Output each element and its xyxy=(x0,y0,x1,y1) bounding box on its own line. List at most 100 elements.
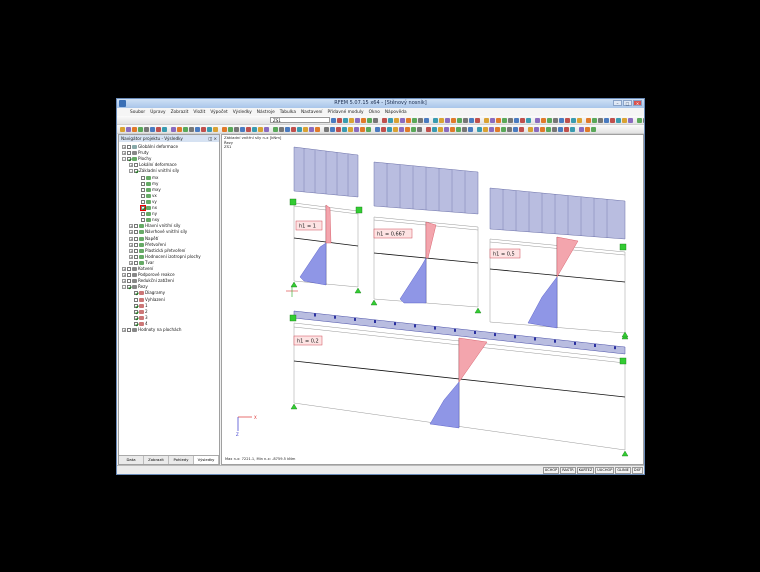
expand-icon[interactable]: + xyxy=(129,254,133,259)
tree-item[interactable]: vx xyxy=(136,193,157,199)
tree-item[interactable]: 1 xyxy=(129,303,148,309)
toolbar-icon[interactable] xyxy=(399,126,404,132)
toolbar-icon[interactable] xyxy=(132,126,137,132)
toolbar-icon[interactable] xyxy=(406,117,411,123)
tree-item[interactable]: Diagramy xyxy=(129,290,165,296)
toolbar-icon[interactable] xyxy=(219,127,221,132)
checkbox[interactable] xyxy=(127,267,131,271)
toolbar-icon[interactable] xyxy=(610,117,615,123)
toolbar-icon[interactable] xyxy=(201,126,206,132)
toolbar-icon[interactable] xyxy=(355,117,360,123)
toolbar-icon[interactable] xyxy=(156,126,161,132)
toolbar-icon[interactable] xyxy=(418,117,423,123)
toolbar-icon[interactable] xyxy=(183,126,188,132)
model-viewport[interactable]: Základní vnitřní síly n-x [kNm] Řezy ZS1 xyxy=(221,134,644,465)
toolbar-icon[interactable] xyxy=(273,126,278,132)
checkbox[interactable] xyxy=(134,169,138,174)
tree-item[interactable]: + Kotvení xyxy=(122,266,153,272)
toolbar-icon[interactable] xyxy=(451,117,456,123)
toolbar-icon[interactable] xyxy=(598,117,603,123)
checkbox[interactable] xyxy=(141,193,145,198)
toolbar-icon[interactable] xyxy=(634,118,636,123)
toolbar-icon[interactable] xyxy=(349,117,354,123)
checkbox[interactable] xyxy=(127,279,131,284)
tree-item[interactable]: 2 xyxy=(129,309,148,315)
toolbar-icon[interactable] xyxy=(477,126,482,132)
toolbar-icon[interactable] xyxy=(571,117,576,123)
toolbar-icon[interactable] xyxy=(309,126,314,132)
toolbar-icon[interactable] xyxy=(222,126,227,132)
toolbar-icon[interactable] xyxy=(297,126,302,132)
toolbar-icon[interactable] xyxy=(258,126,263,132)
toolbar-icon[interactable] xyxy=(366,126,371,132)
toolbar-icon[interactable] xyxy=(643,117,644,123)
toolbar-icon[interactable] xyxy=(426,126,431,132)
menu-vysledky[interactable]: Výsledky xyxy=(233,110,252,115)
tree-item[interactable]: + Pruty xyxy=(122,150,149,156)
toolbar-icon[interactable] xyxy=(375,126,380,132)
toolbar-icon[interactable] xyxy=(534,126,539,132)
checkbox[interactable] xyxy=(141,187,145,192)
toolbar-icon[interactable] xyxy=(264,126,269,132)
toolbar-icon[interactable] xyxy=(553,117,558,123)
tree-item[interactable]: mx xyxy=(136,175,158,181)
toolbar-icon[interactable] xyxy=(411,126,416,132)
tree-item[interactable]: ny xyxy=(136,211,157,217)
status-glinie[interactable]: GLINIE xyxy=(615,467,631,474)
status-uchop[interactable]: UCHOP xyxy=(542,467,560,474)
tree-item[interactable]: + Návrhové vnitřní síly xyxy=(129,229,187,235)
toolbar-icon[interactable] xyxy=(246,126,251,132)
toolbar-icon[interactable] xyxy=(285,126,290,132)
toolbar-icon[interactable] xyxy=(171,126,176,132)
toolbar-icon[interactable] xyxy=(450,126,455,132)
toolbar-icon[interactable] xyxy=(592,117,597,123)
toolbar-icon[interactable] xyxy=(540,126,545,132)
toolbar-icon[interactable] xyxy=(616,117,621,123)
checkbox[interactable] xyxy=(141,218,145,223)
tree-item[interactable]: - Základní vnitřní síly xyxy=(129,168,179,174)
checkbox[interactable] xyxy=(134,248,138,253)
toolbar-icon[interactable] xyxy=(382,117,387,123)
toolbar-icon[interactable] xyxy=(336,126,341,132)
close-button[interactable]: × xyxy=(633,100,642,106)
toolbar-icon[interactable] xyxy=(469,117,474,123)
tab-data[interactable]: Data xyxy=(119,456,144,464)
checkbox[interactable] xyxy=(127,157,131,162)
tab-pohledy[interactable]: Pohledy xyxy=(169,456,194,464)
checkbox[interactable] xyxy=(140,205,146,211)
toolbar-icon[interactable] xyxy=(303,126,308,132)
toolbar-icon[interactable] xyxy=(348,126,353,132)
checkbox[interactable] xyxy=(127,273,131,278)
toolbar-icon[interactable] xyxy=(541,117,546,123)
toolbar-icon[interactable] xyxy=(270,127,272,132)
toolbar-icon[interactable] xyxy=(367,117,372,123)
status-kartez[interactable]: KARTEZ xyxy=(576,467,595,474)
menu-soubor[interactable]: Soubor xyxy=(130,110,145,115)
toolbar-icon[interactable] xyxy=(144,126,149,132)
load-case-select[interactable]: ZS1 xyxy=(270,117,330,123)
toolbar-icon[interactable] xyxy=(546,126,551,132)
toolbar-icon[interactable] xyxy=(417,126,422,132)
tree-item[interactable]: Vyhlazení xyxy=(129,297,165,303)
toolbar-icon[interactable] xyxy=(628,117,633,123)
toolbar-icon[interactable] xyxy=(405,126,410,132)
expand-icon[interactable]: + xyxy=(129,260,133,265)
checkbox[interactable] xyxy=(134,309,138,314)
toolbar-icon[interactable] xyxy=(234,126,239,132)
toolbar-icon[interactable] xyxy=(393,126,398,132)
checkbox[interactable] xyxy=(134,230,138,235)
expand-icon[interactable]: + xyxy=(122,279,126,284)
expand-icon[interactable]: + xyxy=(129,163,133,168)
menu-upravy[interactable]: Úpravy xyxy=(150,110,165,115)
toolbar-icon[interactable] xyxy=(337,117,342,123)
toolbar-icon[interactable] xyxy=(570,126,575,132)
toolbar-icon[interactable] xyxy=(361,117,366,123)
tree-item[interactable]: + Lokální deformace xyxy=(129,162,177,168)
toolbar-icon[interactable] xyxy=(379,118,381,123)
menu-zobrazit[interactable]: Zobrazit xyxy=(171,110,189,115)
expand-icon[interactable]: + xyxy=(122,273,126,278)
expand-icon[interactable]: + xyxy=(129,248,133,253)
tree-item[interactable]: + Redukční zatížení xyxy=(122,278,174,284)
checkbox[interactable] xyxy=(134,303,138,308)
toolbar-icon[interactable] xyxy=(240,126,245,132)
